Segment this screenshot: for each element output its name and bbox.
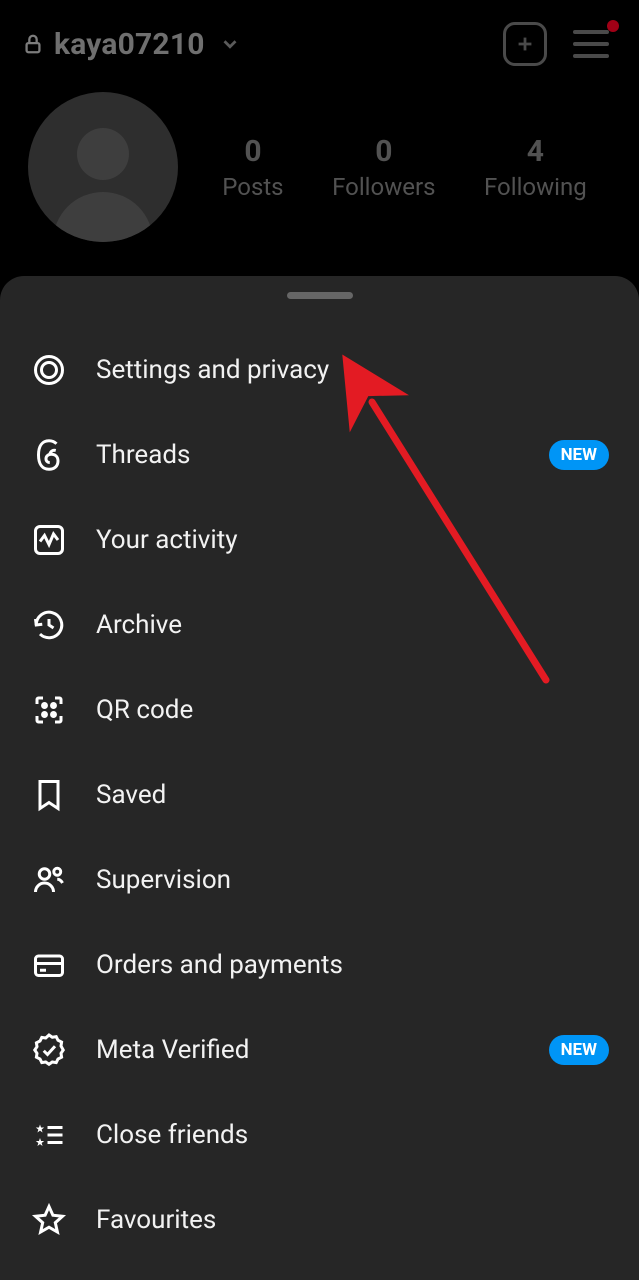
stat-followers[interactable]: 0 Followers xyxy=(332,134,435,201)
close-friends-icon xyxy=(30,1116,68,1154)
avatar[interactable] xyxy=(28,92,178,242)
threads-icon xyxy=(30,436,68,474)
bottom-sheet: Settings and privacy Threads NEW xyxy=(0,276,639,1280)
lock-icon xyxy=(22,31,44,57)
account-switcher[interactable]: kaya07210 xyxy=(22,27,241,62)
profile-stats: 0 Posts 0 Followers 4 Following xyxy=(0,66,639,242)
menu-item-close-friends[interactable]: Close friends xyxy=(8,1092,631,1177)
stat-posts-label: Posts xyxy=(222,173,283,201)
activity-icon xyxy=(30,521,68,559)
menu-item-label: Orders and payments xyxy=(96,950,609,980)
username: kaya07210 xyxy=(54,27,205,62)
stat-posts-value: 0 xyxy=(222,134,283,169)
menu-item-threads[interactable]: Threads NEW xyxy=(8,412,631,497)
menu-item-activity[interactable]: Your activity xyxy=(8,497,631,582)
verified-icon xyxy=(30,1031,68,1069)
menu-item-label: Threads xyxy=(96,440,549,470)
gear-icon xyxy=(30,351,68,389)
star-icon xyxy=(30,1201,68,1239)
menu-button[interactable] xyxy=(573,22,617,66)
menu-item-label: Supervision xyxy=(96,865,609,895)
menu-item-label: Your activity xyxy=(96,525,609,555)
menu-item-label: Close friends xyxy=(96,1120,609,1150)
menu-item-label: Favourites xyxy=(96,1205,609,1235)
stat-following-label: Following xyxy=(484,173,587,201)
bookmark-icon xyxy=(30,776,68,814)
menu-item-favourites[interactable]: Favourites xyxy=(8,1177,631,1262)
menu-item-label: Saved xyxy=(96,780,609,810)
notification-dot-icon xyxy=(607,20,619,32)
stat-following[interactable]: 4 Following xyxy=(484,134,587,201)
app-root: kaya07210 0 xyxy=(0,0,639,1280)
menu-item-saved[interactable]: Saved xyxy=(8,752,631,837)
stat-posts[interactable]: 0 Posts xyxy=(222,134,283,201)
menu-item-supervision[interactable]: Supervision xyxy=(8,837,631,922)
supervision-icon xyxy=(30,861,68,899)
menu-item-archive[interactable]: Archive xyxy=(8,582,631,667)
menu-item-label: QR code xyxy=(96,695,609,725)
archive-icon xyxy=(30,606,68,644)
chevron-down-icon xyxy=(219,33,241,55)
create-button[interactable] xyxy=(503,22,547,66)
sheet-handle[interactable] xyxy=(287,292,353,299)
menu-list: Settings and privacy Threads NEW xyxy=(0,327,639,1262)
menu-item-orders[interactable]: Orders and payments xyxy=(8,922,631,1007)
menu-item-qr[interactable]: QR code xyxy=(8,667,631,752)
topbar: kaya07210 xyxy=(0,0,639,66)
credit-card-icon xyxy=(30,946,68,984)
stat-following-value: 4 xyxy=(484,134,587,169)
qr-icon xyxy=(30,691,68,729)
menu-item-label: Settings and privacy xyxy=(96,355,609,385)
menu-item-label: Meta Verified xyxy=(96,1035,549,1065)
menu-item-label: Archive xyxy=(96,610,609,640)
stat-followers-value: 0 xyxy=(332,134,435,169)
new-badge: NEW xyxy=(549,440,609,470)
menu-item-meta-verified[interactable]: Meta Verified NEW xyxy=(8,1007,631,1092)
stat-followers-label: Followers xyxy=(332,173,435,201)
new-badge: NEW xyxy=(549,1035,609,1065)
plus-icon xyxy=(514,33,536,55)
menu-item-settings[interactable]: Settings and privacy xyxy=(8,327,631,412)
